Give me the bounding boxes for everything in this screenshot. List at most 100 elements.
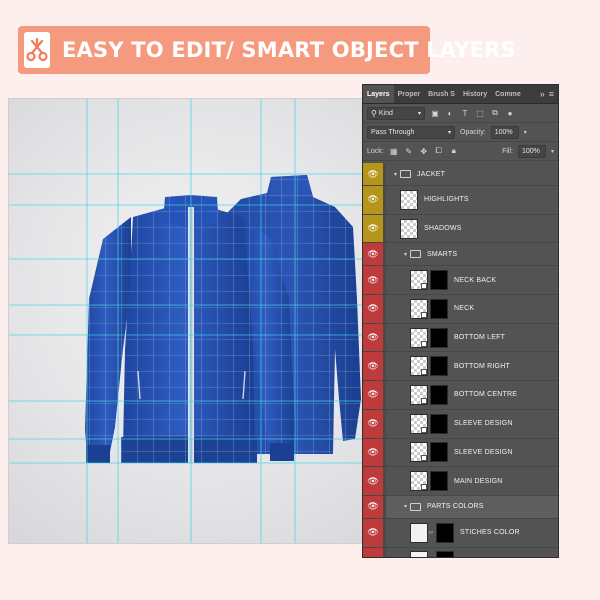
lock-transparent-icon[interactable]: ▦ <box>389 146 399 156</box>
layer-thumbnail <box>410 442 428 463</box>
expand-caret-icon[interactable]: ▾ <box>404 503 407 510</box>
layer-row[interactable]: 👁︎ MAIN DESIGN <box>363 467 558 496</box>
layer-group-row[interactable]: 👁︎ ▾ JACKET <box>363 163 558 186</box>
layer-row[interactable]: 👁︎∞NECK COLOR <box>363 547 558 557</box>
row-spacer <box>383 186 386 214</box>
layer-thumbnail <box>410 471 428 492</box>
layer-mask-thumbnail[interactable] <box>436 522 454 543</box>
layer-name: BOTTOM RIGHT <box>454 362 510 370</box>
chevron-down-icon[interactable]: ▾ <box>524 129 527 136</box>
document-canvas[interactable] <box>8 98 366 544</box>
layer-mask-thumbnail[interactable] <box>430 298 448 319</box>
row-spacer <box>383 518 386 547</box>
panel-menu-icon[interactable]: ≡ <box>549 89 554 99</box>
layer-mask-thumbnail[interactable] <box>430 327 448 348</box>
row-spacer <box>383 352 386 381</box>
layer-mask-thumbnail[interactable] <box>430 356 448 377</box>
layer-mask-thumbnail[interactable] <box>436 551 454 557</box>
scissors-icon <box>26 37 48 62</box>
promo-banner: EASY TO EDIT/ SMART OBJECT LAYERS <box>18 26 516 74</box>
smart-object-badge-icon <box>421 369 427 376</box>
lock-artboard-icon[interactable]: ⧠ <box>434 146 444 156</box>
layer-thumbnail <box>410 384 428 405</box>
layer-row[interactable]: 👁︎ HIGHLIGHTS <box>363 186 558 215</box>
visibility-eye-icon[interactable]: 👁︎ <box>363 547 383 557</box>
visibility-eye-icon[interactable]: 👁︎ <box>363 409 383 438</box>
layer-mask-thumbnail[interactable] <box>430 384 448 405</box>
lock-all-icon[interactable]: 🔒︎ <box>449 146 459 156</box>
row-spacer <box>383 495 386 518</box>
visibility-eye-icon[interactable]: 👁︎ <box>363 495 383 518</box>
visibility-eye-icon[interactable]: 👁︎ <box>363 438 383 467</box>
smart-object-badge-icon <box>421 283 427 290</box>
tab-brush-settings[interactable]: Brush S <box>424 85 459 103</box>
smart-object-filter-icon[interactable]: ⧉ <box>490 108 500 118</box>
layer-thumbnail <box>410 298 428 319</box>
search-icon: ⚲ <box>371 108 377 118</box>
visibility-eye-icon[interactable]: 👁︎ <box>363 467 383 495</box>
type-filter-icon[interactable]: T <box>460 108 470 118</box>
visibility-eye-icon[interactable]: 👁︎ <box>363 243 383 266</box>
layer-row[interactable]: 👁︎ ∞ STICHES COLOR <box>363 518 558 548</box>
layer-row[interactable]: 👁︎ SHADOWS <box>363 214 558 244</box>
blend-bar: Pass Through ▾ Opacity: 100% ▾ <box>363 123 558 142</box>
kind-filter-select[interactable]: ⚲ Kind ▾ <box>367 106 425 120</box>
layer-row[interactable]: 👁︎ NECK <box>363 295 558 324</box>
layer-row[interactable]: 👁︎ NECK BACK <box>363 266 558 296</box>
tab-properties[interactable]: Proper <box>394 85 425 103</box>
blend-mode-select[interactable]: Pass Through ▾ <box>367 125 455 139</box>
layer-mask-thumbnail[interactable] <box>430 442 448 463</box>
layer-mask-thumbnail[interactable] <box>430 413 448 434</box>
row-spacer <box>383 214 386 243</box>
layers-panel[interactable]: Layers Proper Brush S History Comme » ≡ … <box>362 84 559 558</box>
smart-object-badge-icon <box>421 311 427 318</box>
smart-object-badge-icon <box>421 397 427 404</box>
visibility-eye-icon[interactable]: 👁︎ <box>363 186 383 214</box>
layer-name: NECK BACK <box>454 276 497 284</box>
expand-caret-icon[interactable]: ▾ <box>394 171 397 178</box>
row-spacer <box>383 295 386 323</box>
row-spacer <box>383 266 386 295</box>
visibility-eye-icon[interactable]: 👁︎ <box>363 295 383 323</box>
tab-history[interactable]: History <box>459 85 491 103</box>
layer-group-row[interactable]: 👁︎ ▾ SMARTS <box>363 243 558 267</box>
tab-layers[interactable]: Layers <box>363 85 394 103</box>
pixel-filter-icon[interactable]: ▣ <box>430 108 440 118</box>
layer-row[interactable]: 👁︎ BOTTOM LEFT <box>363 323 558 353</box>
lock-image-icon[interactable]: ✎ <box>404 146 414 156</box>
tab-comments[interactable]: Comme <box>491 85 525 103</box>
link-icon[interactable]: ∞ <box>428 530 434 536</box>
filter-toggle-icon[interactable]: ● <box>505 108 515 118</box>
fill-input[interactable]: 100% <box>517 144 546 158</box>
layer-group-row[interactable]: 👁︎ ▾ PARTS COLORS <box>363 495 558 519</box>
layer-mask-thumbnail[interactable] <box>430 270 448 291</box>
panel-expand-icon[interactable]: » <box>540 89 545 99</box>
layer-row[interactable]: 👁︎ BOTTOM CENTRE <box>363 381 558 410</box>
shape-filter-icon[interactable]: ⬚ <box>475 108 485 118</box>
chevron-down-icon[interactable]: ▾ <box>551 148 554 155</box>
layer-name: SLEEVE DESIGN <box>454 420 513 428</box>
adjustment-filter-icon[interactable]: ◐ <box>445 108 455 118</box>
visibility-eye-icon[interactable]: 👁︎ <box>363 352 383 381</box>
lock-position-icon[interactable]: ✥ <box>419 146 429 156</box>
fill-layer-thumbnail <box>410 551 428 557</box>
layer-row[interactable]: 👁︎ BOTTOM RIGHT <box>363 352 558 382</box>
layer-name: SLEEVE DESIGN <box>454 448 513 456</box>
opacity-input[interactable]: 100% <box>490 125 519 139</box>
layer-name: BOTTOM LEFT <box>454 334 506 342</box>
visibility-eye-icon[interactable]: 👁︎ <box>363 163 383 185</box>
visibility-eye-icon[interactable]: 👁︎ <box>363 518 383 547</box>
layer-list[interactable]: 👁︎ ▾ JACKET 👁︎ HIGHLIGHTS 👁︎ SHADOWS 👁︎ ▾ SMARTS 👁… <box>363 163 558 557</box>
smart-object-badge-icon <box>421 426 427 433</box>
layer-row[interactable]: 👁︎ SLEEVE DESIGN <box>363 438 558 468</box>
visibility-eye-icon[interactable]: 👁︎ <box>363 381 383 409</box>
layer-row[interactable]: 👁︎ SLEEVE DESIGN <box>363 409 558 439</box>
visibility-eye-icon[interactable]: 👁︎ <box>363 214 383 243</box>
visibility-eye-icon[interactable]: 👁︎ <box>363 266 383 295</box>
visibility-eye-icon[interactable]: 👁︎ <box>363 323 383 352</box>
chevron-down-icon: ▾ <box>447 129 451 136</box>
fill-value: 100% <box>521 147 540 155</box>
expand-caret-icon[interactable]: ▾ <box>404 251 407 258</box>
row-spacer <box>383 381 386 409</box>
layer-mask-thumbnail[interactable] <box>430 471 448 492</box>
